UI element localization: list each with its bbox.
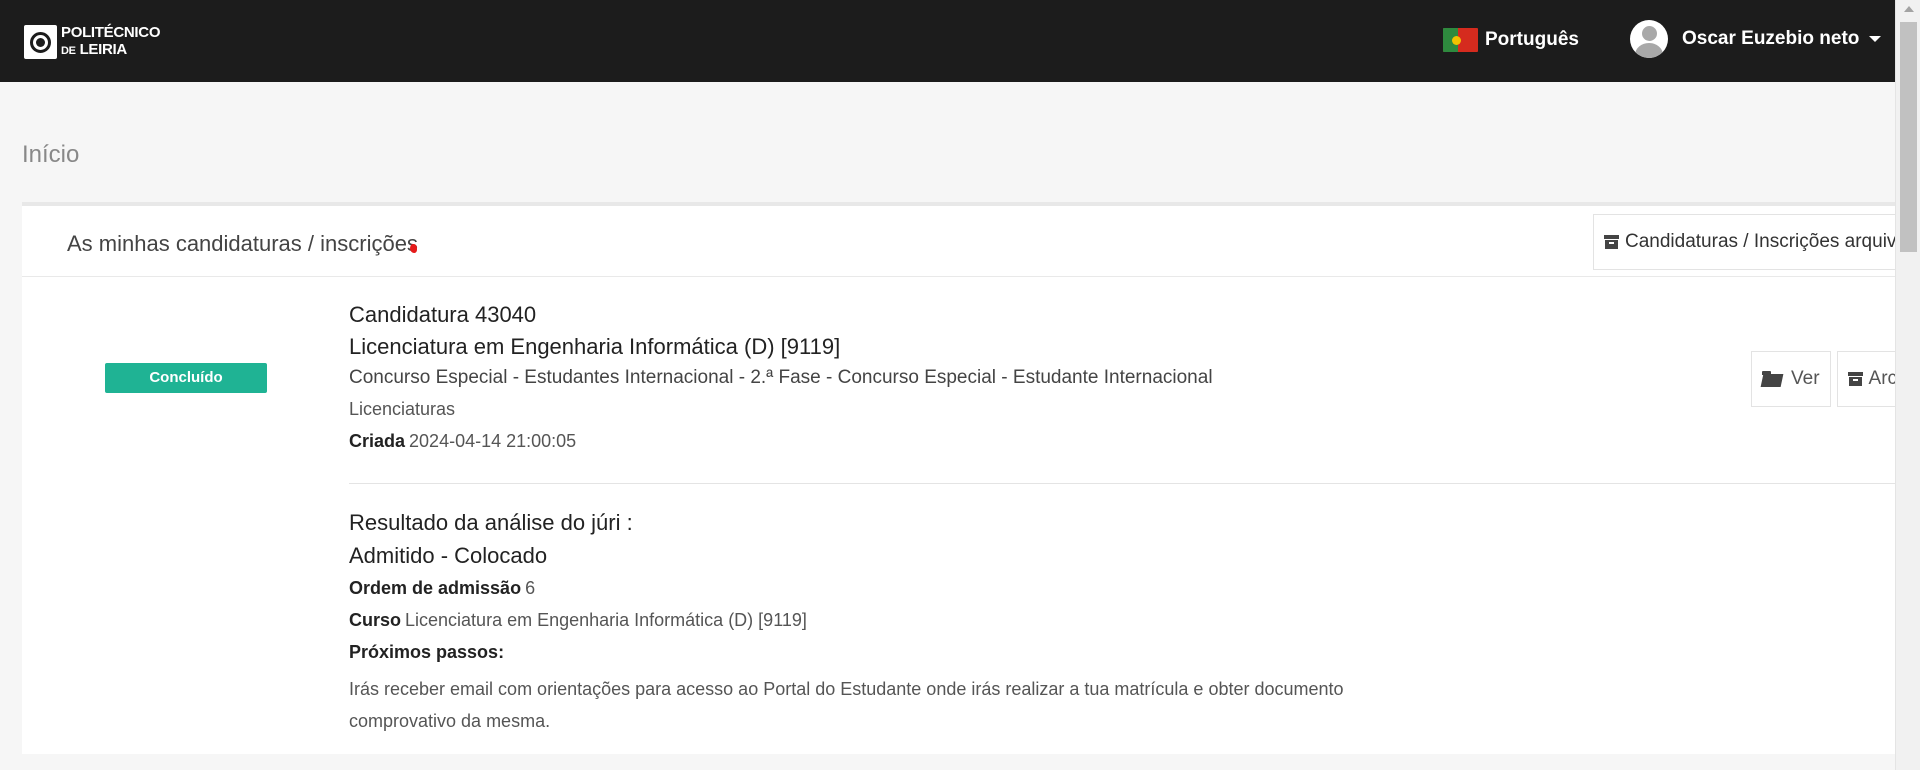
panel-header: As minhas candidaturas / inscrições Cand… [22, 206, 1895, 277]
next-steps-text: Irás receber email com orientações para … [349, 679, 1344, 731]
archive-button[interactable]: Arc [1836, 351, 1895, 407]
archive-box-icon [1847, 372, 1863, 386]
application-degree: Licenciaturas [349, 399, 456, 419]
application-contest: Concurso Especial - Estudantes Internaci… [349, 367, 1213, 388]
avatar-icon [1630, 20, 1668, 58]
admission-order-label: Ordem de admissão [349, 578, 522, 598]
logo-mark-icon [24, 25, 57, 59]
user-menu[interactable]: Oscar Euzebio neto [1630, 20, 1882, 58]
breadcrumb[interactable]: Início [22, 141, 79, 169]
jury-result-title: Resultado da análise do júri : [349, 510, 633, 535]
logo-text: POLITÉCNICO DE LEIRIA [61, 24, 161, 60]
vertical-scrollbar[interactable] [1895, 0, 1920, 770]
application-course: Licenciatura em Engenharia Informática (… [349, 334, 841, 359]
scroll-up-arrow-icon[interactable] [1904, 6, 1914, 12]
language-label: Português [1485, 29, 1579, 50]
application-title: Candidatura 43040 [349, 302, 537, 327]
result-course: Curso Licenciatura em Engenharia Informát… [349, 610, 807, 631]
folder-open-icon [1760, 371, 1784, 387]
admission-order-value: 6 [525, 578, 536, 598]
admission-order: Ordem de admissão 6 [349, 578, 535, 599]
archive-button-label: Arc [1868, 368, 1895, 389]
archive-box-icon [1604, 235, 1619, 249]
view-button-label: Ver [1791, 368, 1820, 389]
institution-logo[interactable]: POLITÉCNICO DE LEIRIA [24, 24, 161, 60]
archived-applications-label: Candidaturas / Inscrições arquiv [1625, 231, 1895, 252]
created-label: Criada [349, 431, 406, 451]
next-steps-label: Próximos passos: [349, 642, 505, 662]
status-badge: Concluído [105, 363, 267, 393]
jury-result-status: Admitido - Colocado [349, 543, 548, 568]
portugal-flag-icon [1443, 28, 1478, 52]
archived-applications-button[interactable]: Candidaturas / Inscrições arquiv [1593, 214, 1895, 270]
created-value: 2024-04-14 21:00:05 [409, 431, 577, 451]
user-name: Oscar Euzebio neto [1682, 28, 1860, 49]
application-created: Criada 2024-04-14 21:00:05 [349, 431, 576, 452]
chevron-down-icon [1869, 36, 1882, 42]
logo-line-1: POLITÉCNICO [61, 24, 161, 41]
application-actions: Ver Arc [1751, 351, 1895, 407]
logo-line-2-main: LEIRIA [79, 41, 128, 58]
scrollbar-thumb[interactable] [1900, 22, 1917, 252]
logo-line-2: DE LEIRIA [61, 41, 160, 60]
top-navbar: POLITÉCNICO DE LEIRIA Português Oscar Eu… [0, 0, 1895, 82]
section-divider [349, 483, 1895, 484]
result-course-value: Licenciatura em Engenharia Informática (… [405, 610, 807, 630]
language-selector[interactable]: Português [1443, 28, 1579, 52]
view-button[interactable]: Ver [1751, 351, 1831, 407]
result-course-label: Curso [349, 610, 402, 630]
mouse-cursor-marker [410, 244, 417, 253]
panel-title: As minhas candidaturas / inscrições [67, 231, 418, 256]
applications-panel: As minhas candidaturas / inscrições Cand… [22, 202, 1895, 754]
logo-line-2-prefix: DE [61, 45, 76, 57]
